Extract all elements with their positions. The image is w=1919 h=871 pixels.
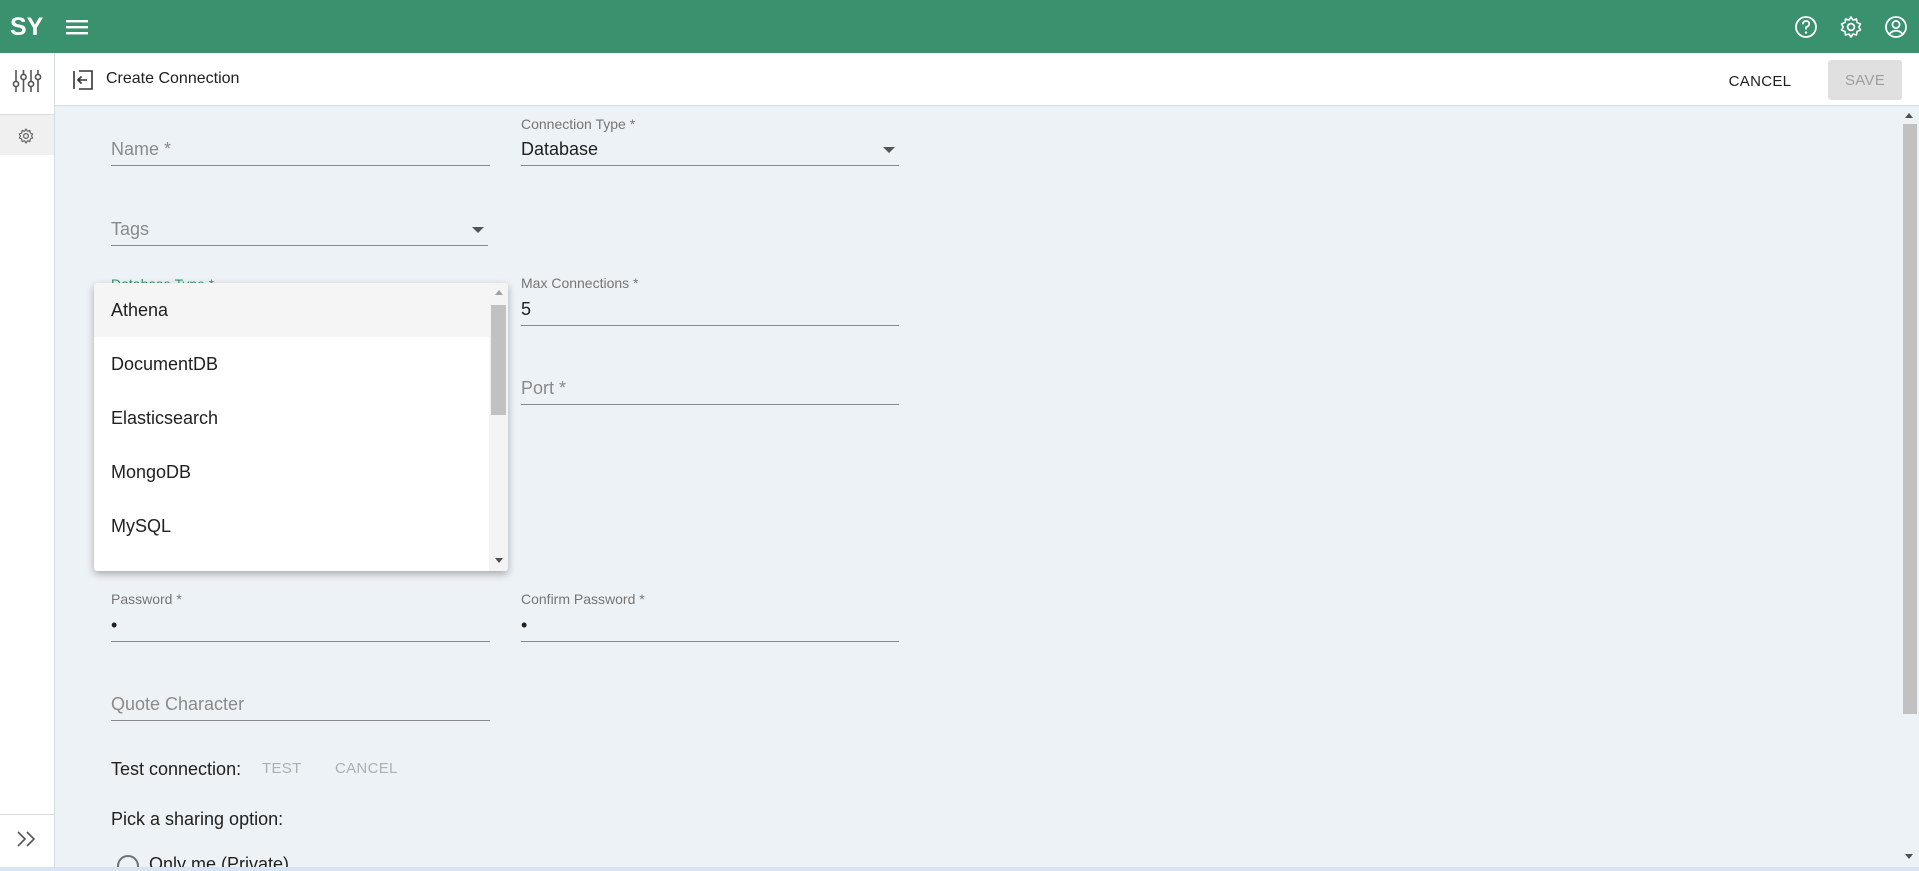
scroll-down-icon[interactable] <box>495 558 503 563</box>
password-field[interactable]: • <box>111 614 490 642</box>
page-scroll-thumb[interactable] <box>1903 124 1917 714</box>
rail-bottom-divider <box>0 814 54 815</box>
left-rail <box>0 53 55 871</box>
name-field[interactable]: Name * <box>111 138 490 166</box>
bottom-edge <box>0 867 1919 871</box>
connection-type-select[interactable]: Database <box>521 138 899 166</box>
dropdown-option-mongodb[interactable]: MongoDB <box>94 445 489 499</box>
rail-settings-item[interactable] <box>0 115 54 155</box>
password-label: Password * <box>111 591 182 607</box>
dropdown-arrow-icon <box>472 227 484 233</box>
max-connections-label: Max Connections * <box>521 275 639 291</box>
port-placeholder: Port * <box>521 378 567 398</box>
password-value: • <box>111 615 118 635</box>
svg-text:SY: SY <box>10 13 44 40</box>
dropdown-option-elasticsearch[interactable]: Elasticsearch <box>94 391 489 445</box>
test-cancel-button[interactable]: CANCEL <box>335 760 398 777</box>
page-scrollbar[interactable] <box>1899 106 1919 871</box>
connection-type-value: Database <box>521 139 599 159</box>
quote-character-placeholder: Quote Character <box>111 694 245 714</box>
tags-select[interactable]: Tags <box>111 218 488 246</box>
dropdown-option-mysql[interactable]: MySQL <box>94 499 489 553</box>
dropdown-arrow-icon <box>883 147 895 153</box>
account-icon[interactable] <box>1883 14 1909 40</box>
dropdown-scrollbar[interactable] <box>489 283 508 571</box>
menu-icon[interactable] <box>64 15 90 39</box>
dropdown-option-athena[interactable]: Athena <box>94 283 489 337</box>
database-type-dropdown: Athena DocumentDB Elasticsearch MongoDB … <box>94 283 508 571</box>
save-button[interactable]: SAVE <box>1828 60 1902 100</box>
top-app-bar: SY <box>0 0 1919 53</box>
port-field[interactable]: Port * <box>521 377 899 405</box>
test-connection-label: Test connection: <box>111 759 242 779</box>
gear-icon[interactable] <box>1838 14 1864 40</box>
scroll-up-icon[interactable] <box>1905 113 1913 118</box>
connection-type-label: Connection Type * <box>521 116 636 132</box>
double-chevron-right-icon[interactable] <box>14 828 40 850</box>
scroll-up-icon[interactable] <box>495 290 503 295</box>
sharing-label: Pick a sharing option: <box>111 809 284 829</box>
page-header: Create Connection CANCEL SAVE <box>55 53 1919 106</box>
scroll-down-icon[interactable] <box>1905 854 1913 859</box>
gear-icon <box>18 128 34 144</box>
help-icon[interactable] <box>1793 14 1819 40</box>
test-button[interactable]: TEST <box>262 760 302 777</box>
dropdown-option-documentdb[interactable]: DocumentDB <box>94 337 489 391</box>
max-connections-field[interactable]: 5 <box>521 298 899 326</box>
confirm-password-value: • <box>521 615 528 635</box>
cancel-button[interactable]: CANCEL <box>1725 65 1795 97</box>
confirm-password-label: Confirm Password * <box>521 591 645 607</box>
back-exit-icon[interactable] <box>71 68 95 92</box>
sliders-icon[interactable] <box>12 66 42 96</box>
confirm-password-field[interactable]: • <box>521 614 899 642</box>
name-placeholder: Name * <box>111 139 172 159</box>
quote-character-field[interactable]: Quote Character <box>111 693 490 721</box>
dropdown-scroll-thumb[interactable] <box>491 305 506 415</box>
max-connections-value: 5 <box>521 299 532 319</box>
tags-placeholder: Tags <box>111 219 150 239</box>
page-title: Create Connection <box>106 70 240 87</box>
app-logo[interactable]: SY <box>10 12 44 40</box>
